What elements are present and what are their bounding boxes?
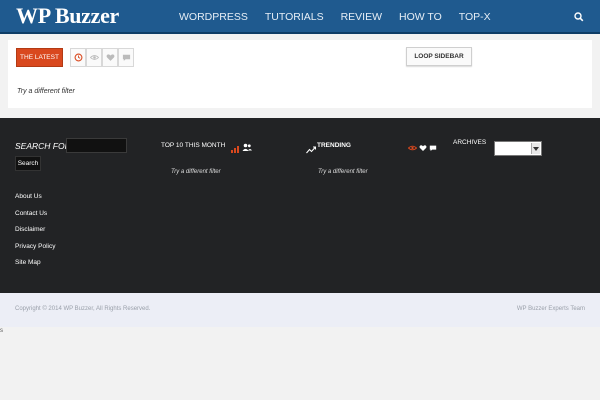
trending-icon bbox=[306, 141, 317, 159]
copyright-text: Copyright © 2014 WP Buzzer, All Rights R… bbox=[15, 306, 151, 312]
archives-title: ARCHIVES bbox=[453, 139, 487, 146]
tab-most-liked[interactable] bbox=[102, 48, 118, 67]
nav-item-review[interactable]: REVIEW bbox=[341, 0, 382, 34]
chevron-down-icon bbox=[531, 143, 540, 154]
eye-icon[interactable] bbox=[407, 139, 418, 157]
heart-icon[interactable] bbox=[419, 139, 427, 157]
footer-link-disclaimer[interactable]: Disclaimer bbox=[15, 225, 55, 242]
users-icon bbox=[242, 139, 252, 157]
team-credit: WP Buzzer Experts Team bbox=[516, 306, 585, 312]
eye-icon bbox=[89, 49, 99, 67]
tab-most-commented[interactable] bbox=[118, 48, 134, 67]
footer-link-contact-us[interactable]: Contact Us bbox=[15, 209, 55, 226]
top10-title: TOP 10 THIS MONTH bbox=[161, 142, 226, 149]
nav-item-top-x[interactable]: TOP-X bbox=[459, 0, 491, 34]
footer-links: About Us Contact Us Disclaimer Privacy P… bbox=[15, 192, 55, 275]
footer-link-about-us[interactable]: About Us bbox=[15, 192, 55, 209]
search-icon[interactable] bbox=[572, 10, 586, 24]
chart-icon bbox=[231, 140, 241, 158]
trending-title: TRENDING bbox=[317, 142, 351, 149]
loop-sidebar-button[interactable]: LOOP SIDEBAR bbox=[406, 47, 472, 66]
comment-icon bbox=[122, 49, 131, 67]
search-button[interactable]: Search bbox=[15, 156, 41, 171]
nav-item-wordpress[interactable]: WORDPRESS bbox=[179, 0, 248, 34]
trending-message: Try a different filter bbox=[318, 169, 368, 175]
tab-the-latest[interactable]: THE LATEST bbox=[16, 48, 63, 67]
site-header: WP Buzzer WORDPRESS TUTORIALS REVIEW HOW… bbox=[0, 0, 600, 34]
tab-most-viewed[interactable] bbox=[86, 48, 102, 67]
filter-message: Try a different filter bbox=[17, 88, 75, 95]
footer-link-site-map[interactable]: Site Map bbox=[15, 258, 55, 275]
nav-item-how-to[interactable]: HOW TO bbox=[399, 0, 442, 34]
heart-icon bbox=[106, 49, 115, 67]
search-label: SEARCH FOR: bbox=[15, 141, 74, 151]
site-footer: SEARCH FOR: Search TOP 10 THIS MONTH Try… bbox=[0, 118, 600, 293]
top10-message: Try a different filter bbox=[171, 169, 221, 175]
search-input[interactable] bbox=[66, 138, 127, 153]
comment-icon[interactable] bbox=[429, 139, 437, 157]
tab-recent[interactable] bbox=[70, 48, 86, 67]
site-logo[interactable]: WP Buzzer bbox=[16, 3, 119, 29]
clock-icon bbox=[74, 49, 83, 67]
nav-item-tutorials[interactable]: TUTORIALS bbox=[265, 0, 324, 34]
archives-select[interactable] bbox=[494, 141, 542, 156]
main-nav: WORDPRESS TUTORIALS REVIEW HOW TO TOP-X bbox=[179, 0, 508, 34]
content-panel: THE LATEST LOOP SIDEBAR Try a different … bbox=[8, 40, 592, 108]
footer-link-privacy-policy[interactable]: Privacy Policy bbox=[15, 242, 55, 259]
stray-text: s bbox=[0, 328, 3, 334]
bottom-bar: Copyright © 2014 WP Buzzer, All Rights R… bbox=[0, 293, 600, 327]
